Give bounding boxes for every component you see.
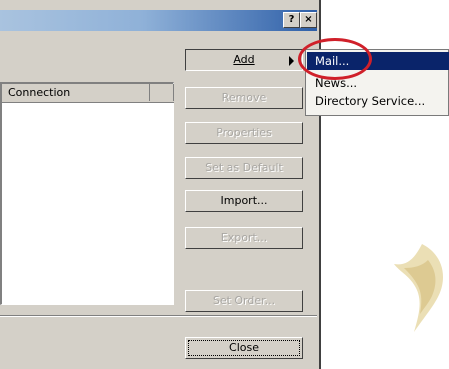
properties-button[interactable]: Properties — [185, 122, 303, 144]
add-button-label: Add — [233, 53, 255, 66]
menu-item-directory-service[interactable]: Directory Service... — [307, 92, 449, 110]
highlight-circle-annotation — [298, 38, 372, 80]
separator — [0, 315, 317, 317]
list-header: Connection — [2, 84, 174, 103]
help-button[interactable]: ? — [283, 12, 300, 28]
export-button[interactable]: Export... — [185, 227, 303, 249]
import-button[interactable]: Import... — [185, 190, 303, 212]
set-as-default-button[interactable]: Set as Default — [185, 157, 303, 179]
title-bar: ? × — [0, 10, 317, 31]
submenu-arrow-icon — [289, 56, 294, 66]
accounts-dialog: ? × Connection Add Remove Properties Set… — [0, 0, 321, 369]
column-header-blank[interactable] — [150, 84, 174, 101]
column-header-connection[interactable]: Connection — [2, 84, 150, 101]
remove-button[interactable]: Remove — [185, 87, 303, 109]
watermark-logo-icon — [394, 244, 444, 332]
close-button[interactable]: Close — [185, 337, 303, 359]
close-window-button[interactable]: × — [300, 12, 317, 28]
add-button[interactable]: Add — [185, 49, 303, 71]
set-order-button[interactable]: Set Order... — [185, 290, 303, 312]
accounts-list[interactable]: Connection — [0, 82, 174, 305]
